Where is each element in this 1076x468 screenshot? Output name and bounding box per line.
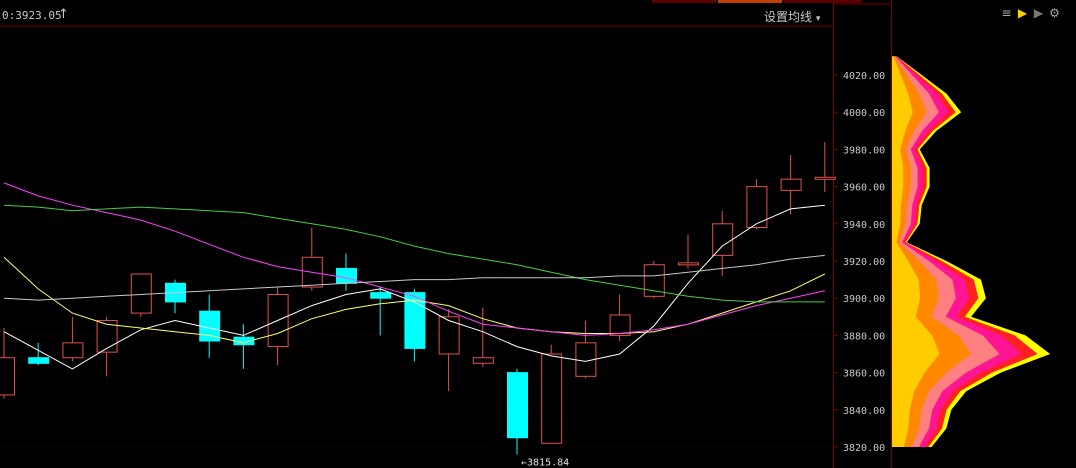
- candlestick-chart[interactable]: 4020.00 4000.00 3980.00 3960.00 3940.00 3920.…: [0, 0, 1076, 468]
- candle-body-down[interactable]: [28, 357, 50, 364]
- y-tick-label: 3900.00: [843, 294, 885, 305]
- list-icon[interactable]: ≡: [1000, 7, 1013, 20]
- candle-body-up[interactable]: [438, 316, 460, 355]
- gear-icon[interactable]: ⚙: [1048, 7, 1061, 20]
- candle-body-down[interactable]: [336, 267, 357, 284]
- y-tick-label: 3980.00: [843, 145, 885, 156]
- low-price-label: ←3815.84: [521, 458, 569, 468]
- y-tick-label: 3920.00: [843, 257, 885, 268]
- chevron-down-icon: ▾: [815, 14, 821, 24]
- ma60-line: [3, 204, 825, 303]
- candle-body-up[interactable]: [678, 262, 699, 266]
- candle-body-up[interactable]: [814, 176, 836, 180]
- tab-strip[interactable]: [784, 0, 862, 3]
- price-readout: 0:3923.05: [2, 9, 62, 22]
- flag-yellow-icon[interactable]: ▶: [1016, 7, 1029, 20]
- chart-window: 4020.00 4000.00 3980.00 3960.00 3940.00 3920.…: [0, 0, 1076, 468]
- y-tick-label: 3860.00: [843, 369, 885, 380]
- candle-body-up[interactable]: [62, 342, 84, 359]
- toolbar: ≡ ▶ ▶ ⚙: [1000, 7, 1061, 20]
- y-tick-label: 3960.00: [843, 183, 885, 194]
- arrow-up-icon: ↑: [58, 7, 69, 22]
- y-tick-label: 3940.00: [843, 220, 885, 231]
- ma-setting-label: 设置均线: [764, 10, 813, 24]
- candle-body-up[interactable]: [541, 353, 563, 444]
- ma-setting-button[interactable]: 设置均线 ▾: [764, 8, 820, 25]
- candle-body-up[interactable]: [0, 357, 15, 396]
- candle-body-up[interactable]: [472, 357, 494, 364]
- y-tick-label: 3820.00: [843, 443, 885, 454]
- candle-body-up[interactable]: [130, 273, 152, 314]
- candle-body-down[interactable]: [507, 372, 528, 439]
- y-tick-label: 3840.00: [843, 406, 885, 417]
- tab-strip[interactable]: [652, 0, 716, 3]
- candle-body-up[interactable]: [780, 178, 802, 191]
- y-tick-label: 4000.00: [843, 108, 885, 119]
- candle-body-up[interactable]: [746, 186, 768, 229]
- flag-gray-icon[interactable]: ▶: [1032, 7, 1045, 20]
- candle-body-down[interactable]: [370, 292, 392, 299]
- y-tick-label: 3880.00: [843, 331, 885, 342]
- y-tick-label: 4020.00: [843, 71, 885, 82]
- candle-body-up[interactable]: [712, 223, 734, 256]
- tab-strip[interactable]: [718, 0, 782, 3]
